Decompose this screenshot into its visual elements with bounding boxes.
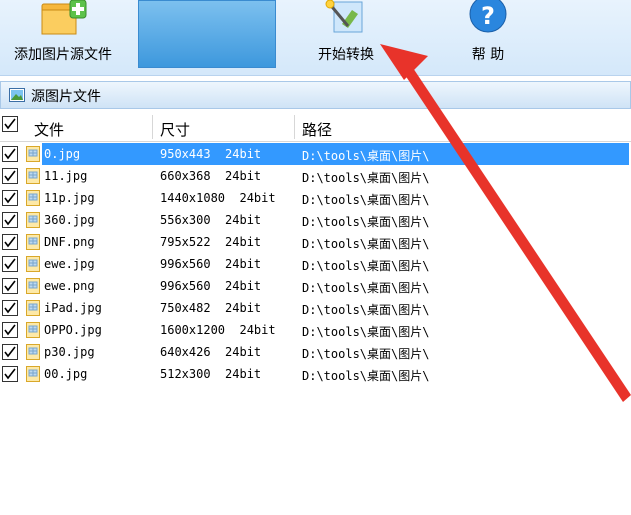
file-size: 750x482 24bit: [160, 301, 262, 315]
start-convert-label: 开始转换: [318, 47, 374, 63]
folder-add-icon: [41, 0, 87, 35]
file-row[interactable]: 00.jpg 512x300 24bit D:\tools\桌面\图片\: [0, 363, 631, 385]
file-row[interactable]: 11.jpg 660x368 24bit D:\tools\桌面\图片\: [0, 165, 631, 187]
file-checkbox[interactable]: [2, 212, 18, 228]
file-size: 512x300 24bit: [160, 367, 262, 381]
file-path: D:\tools\桌面\图片\: [302, 369, 430, 383]
column-divider[interactable]: [294, 115, 295, 139]
image-file-icon: [26, 190, 40, 206]
file-name: 360.jpg: [44, 213, 95, 227]
image-file-icon: [26, 168, 40, 184]
file-path: D:\tools\桌面\图片\: [302, 347, 430, 361]
file-path: D:\tools\桌面\图片\: [302, 325, 430, 339]
file-path: D:\tools\桌面\图片\: [302, 149, 430, 163]
file-checkbox[interactable]: [2, 300, 18, 316]
column-divider[interactable]: [152, 115, 153, 139]
file-checkbox[interactable]: [2, 278, 18, 294]
image-file-icon: [26, 278, 40, 294]
file-path: D:\tools\桌面\图片\: [302, 259, 430, 273]
toolbar-highlighted-button[interactable]: [138, 0, 276, 68]
file-row[interactable]: DNF.png 795x522 24bit D:\tools\桌面\图片\: [0, 231, 631, 253]
file-size: 1600x1200 24bit: [160, 323, 276, 337]
file-row[interactable]: 360.jpg 556x300 24bit D:\tools\桌面\图片\: [0, 209, 631, 231]
file-checkbox[interactable]: [2, 366, 18, 382]
file-checkbox[interactable]: [2, 146, 18, 162]
image-file-icon: [26, 234, 40, 250]
file-name: 11.jpg: [44, 169, 88, 183]
file-row[interactable]: 0.jpg 950x443 24bit D:\tools\桌面\图片\: [0, 143, 631, 165]
svg-text:?: ?: [481, 2, 495, 30]
file-path: D:\tools\桌面\图片\: [302, 237, 430, 251]
image-file-icon: [26, 366, 40, 382]
file-checkbox[interactable]: [2, 168, 18, 184]
column-header-file[interactable]: 文件: [34, 119, 64, 140]
file-name: 11p.jpg: [44, 191, 95, 205]
file-size: 996x560 24bit: [160, 279, 262, 293]
image-file-icon: [26, 256, 40, 272]
file-size: 795x522 24bit: [160, 235, 262, 249]
file-size: 1440x1080 24bit: [160, 191, 276, 205]
file-checkbox[interactable]: [2, 256, 18, 272]
column-header-path[interactable]: 路径: [302, 119, 332, 140]
image-file-icon: [26, 212, 40, 228]
panel-title: 源图片文件: [31, 89, 101, 105]
file-name: 00.jpg: [44, 367, 88, 381]
file-checkbox[interactable]: [2, 322, 18, 338]
file-size: 950x443 24bit: [160, 147, 262, 161]
file-path: D:\tools\桌面\图片\: [302, 215, 430, 229]
file-path: D:\tools\桌面\图片\: [302, 281, 430, 295]
file-name: DNF.png: [44, 235, 95, 249]
file-name: OPPO.jpg: [44, 323, 102, 337]
help-icon: ?: [469, 0, 507, 33]
file-size: 660x368 24bit: [160, 169, 262, 183]
add-source-files-label: 添加图片源文件: [14, 47, 112, 63]
file-path: D:\tools\桌面\图片\: [302, 193, 430, 207]
help-button[interactable]: ? 帮 助: [432, 0, 544, 76]
file-row[interactable]: 11p.jpg 1440x1080 24bit D:\tools\桌面\图片\: [0, 187, 631, 209]
file-checkbox[interactable]: [2, 344, 18, 360]
file-row[interactable]: OPPO.jpg 1600x1200 24bit D:\tools\桌面\图片\: [0, 319, 631, 341]
file-path: D:\tools\桌面\图片\: [302, 303, 430, 317]
start-convert-button[interactable]: 开始转换: [290, 0, 402, 76]
file-path: D:\tools\桌面\图片\: [302, 171, 430, 185]
file-size: 640x426 24bit: [160, 345, 262, 359]
picture-icon: [9, 88, 25, 102]
image-file-icon: [26, 146, 40, 162]
file-size: 556x300 24bit: [160, 213, 262, 227]
file-row[interactable]: ewe.jpg 996x560 24bit D:\tools\桌面\图片\: [0, 253, 631, 275]
file-checkbox[interactable]: [2, 234, 18, 250]
image-file-icon: [26, 322, 40, 338]
add-source-files-button[interactable]: 添加图片源文件: [0, 0, 126, 76]
image-file-icon: [26, 300, 40, 316]
file-size: 996x560 24bit: [160, 257, 262, 271]
select-all-checkbox[interactable]: [2, 116, 18, 132]
file-name: p30.jpg: [44, 345, 95, 359]
file-list-header: 文件 尺寸 路径: [0, 112, 631, 142]
file-row[interactable]: iPad.jpg 750x482 24bit D:\tools\桌面\图片\: [0, 297, 631, 319]
file-name: ewe.jpg: [44, 257, 95, 271]
file-checkbox[interactable]: [2, 190, 18, 206]
file-name: ewe.png: [44, 279, 95, 293]
toolbar: 添加图片源文件 开始转换 ? 帮 助: [0, 0, 631, 76]
file-row[interactable]: p30.jpg 640x426 24bit D:\tools\桌面\图片\: [0, 341, 631, 363]
image-file-icon: [26, 344, 40, 360]
column-header-size[interactable]: 尺寸: [160, 119, 190, 140]
file-name: iPad.jpg: [44, 301, 102, 315]
magic-wand-icon: [325, 0, 363, 33]
help-label: 帮 助: [471, 47, 505, 63]
source-files-panel-header: 源图片文件: [0, 81, 631, 109]
file-row[interactable]: ewe.png 996x560 24bit D:\tools\桌面\图片\: [0, 275, 631, 297]
file-name: 0.jpg: [44, 147, 81, 161]
